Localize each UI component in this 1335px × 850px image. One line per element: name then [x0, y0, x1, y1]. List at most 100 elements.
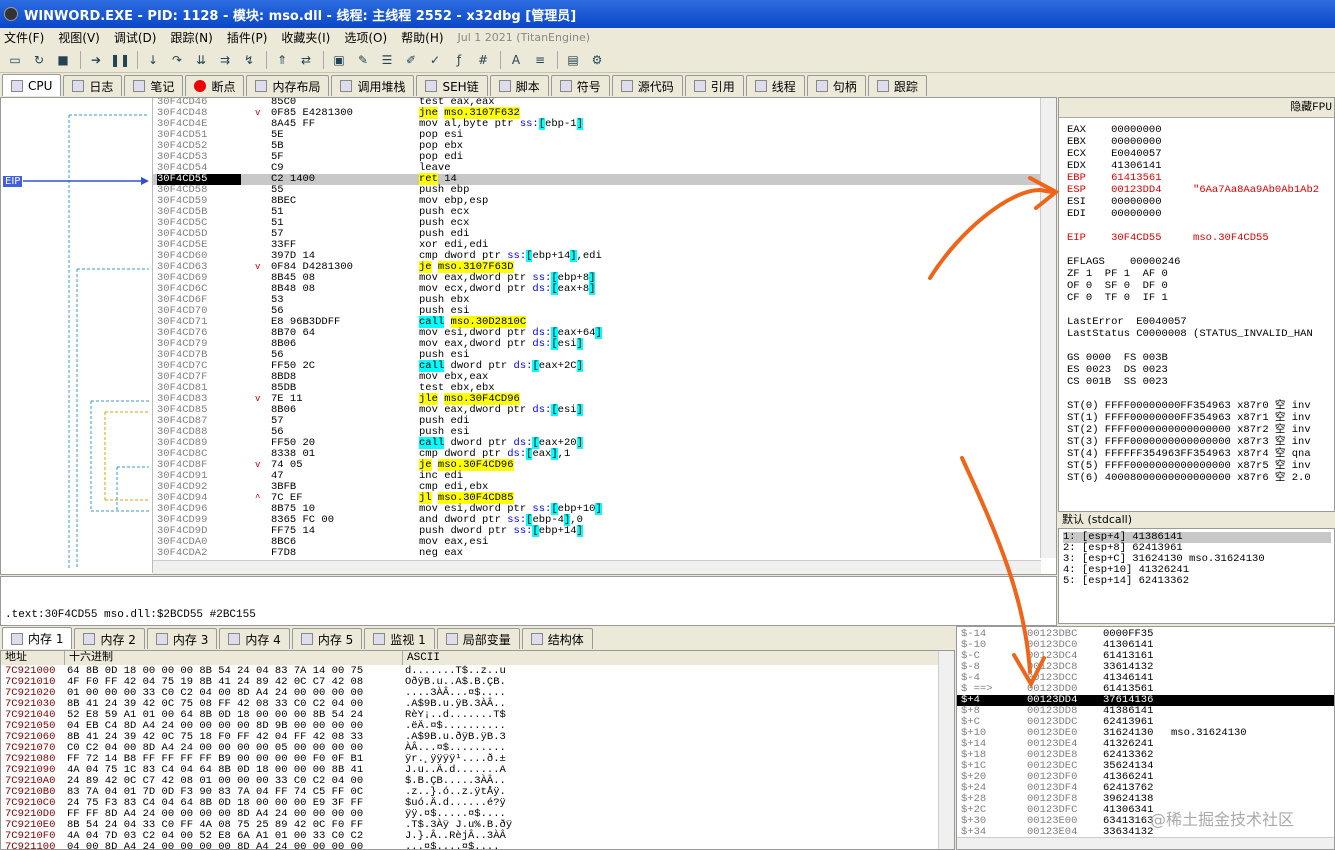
register-line[interactable]: EBP 61413561: [1067, 172, 1162, 184]
register-line[interactable]: ESP 00123DD4 "6Aa7Aa8Aa9Ab0Ab1Ab2: [1067, 184, 1319, 196]
strings-icon[interactable]: ≡: [529, 50, 551, 70]
disasm-row[interactable]: 30F4CD6C 8B48 08 mov ecx,dword ptr ds:[eax…: [153, 283, 1041, 295]
disasm-row[interactable]: 30F4CD4E 8A45 FF mov al,byte ptr ss:[ebp-1…: [153, 118, 1041, 130]
tab-script[interactable]: 脚本: [489, 75, 549, 96]
dump-row[interactable]: 7C921100 04 00 8D A4 24 00 00 00 00 8D A4…: [1, 842, 954, 850]
scylla-icon[interactable]: ▣: [328, 50, 350, 70]
tab-log[interactable]: 日志: [63, 75, 123, 96]
font-icon[interactable]: A: [505, 50, 527, 70]
calculator-icon[interactable]: ▤: [562, 50, 584, 70]
register-line[interactable]: EFLAGS 00000246: [1067, 256, 1180, 268]
register-line[interactable]: LastStatus C0000008 (STATUS_INVALID_HAN: [1067, 328, 1313, 340]
calling-convention[interactable]: 默认 (stdcall): [1058, 512, 1335, 528]
menu-file[interactable]: 文件(F): [4, 29, 44, 46]
disasm-row[interactable]: 30F4CD53 5F pop edi: [153, 152, 1041, 163]
stop-icon[interactable]: ■: [52, 50, 74, 70]
disasm-row[interactable]: 30F4CD87 57 push edi: [153, 416, 1041, 427]
tab-dump-3[interactable]: 内存 3: [146, 628, 218, 649]
tab-trace[interactable]: 跟踪: [867, 75, 927, 96]
step-into-icon[interactable]: ↓: [142, 50, 164, 70]
tab-threads[interactable]: 线程: [745, 75, 805, 96]
tab-notes[interactable]: 笔记: [124, 75, 184, 96]
register-line[interactable]: ST(4) FFFFFF354963FF354963 x87r4 空 qna: [1067, 448, 1311, 460]
menu-options[interactable]: 选项(O): [344, 29, 387, 46]
register-line[interactable]: ST(6) 40008000000000000000 x87r6 空 2.0: [1067, 472, 1311, 484]
tab-dump-1[interactable]: 内存 1: [2, 627, 73, 649]
tab-source[interactable]: 源代码: [611, 75, 683, 96]
register-line[interactable]: CS 001B SS 0023: [1067, 376, 1168, 388]
register-line[interactable]: ESI 00000000: [1067, 196, 1162, 208]
tab-handles[interactable]: 句柄: [806, 75, 866, 96]
disasm-row[interactable]: 30F4CD52 5B pop ebx: [153, 141, 1041, 152]
register-line[interactable]: CF 0 TF 0 IF 1: [1067, 292, 1168, 304]
disasm-row[interactable]: 30F4CD79 8B06 mov eax,dword ptr ds:[esi]: [153, 338, 1041, 350]
hash-icon[interactable]: #: [472, 50, 494, 70]
menu-help[interactable]: 帮助(H): [401, 29, 443, 46]
tab-dump-2[interactable]: 内存 2: [74, 628, 145, 649]
label-icon[interactable]: ✐: [400, 50, 422, 70]
dump-scrollbar[interactable]: [938, 651, 954, 849]
stack-scrollbar[interactable]: [957, 837, 1334, 849]
register-line[interactable]: ST(3) FFFF0000000000000000 x87r3 空 inv: [1067, 436, 1311, 448]
register-line[interactable]: GS 0000 FS 003B: [1067, 352, 1168, 364]
tab-cpu[interactable]: CPU: [2, 74, 62, 96]
comment-icon[interactable]: ☰: [376, 50, 398, 70]
register-line[interactable]: EAX 00000000: [1067, 124, 1162, 136]
register-line[interactable]: EBX 00000000: [1067, 136, 1162, 148]
menu-view[interactable]: 视图(V): [58, 29, 100, 46]
tab-symbols[interactable]: 符号: [550, 75, 610, 96]
disasm-row[interactable]: 30F4CDA2 F7D8 neg eax: [153, 548, 1041, 559]
menu-trace[interactable]: 跟踪(N): [170, 29, 212, 46]
execute-till-return-icon[interactable]: ⇑: [271, 50, 293, 70]
function-icon[interactable]: ƒ: [448, 50, 470, 70]
disasm-row[interactable]: 30F4CD51 5E pop esi: [153, 130, 1041, 141]
tab-watch-1[interactable]: 监视 1: [364, 628, 435, 649]
register-line[interactable]: ST(5) FFFF0000000000000000 x87r5 空 inv: [1067, 460, 1311, 472]
disasm-row[interactable]: 30F4CD5C 51 push ecx: [153, 218, 1041, 229]
bookmark-icon[interactable]: ✓: [424, 50, 446, 70]
tab-call-stack[interactable]: 调用堆栈: [331, 75, 415, 96]
register-line[interactable]: ST(1) FFFF00000000FF354963 x87r1 空 inv: [1067, 412, 1311, 424]
tab-locals[interactable]: 局部变量: [436, 628, 520, 649]
tab-dump-4[interactable]: 内存 4: [219, 628, 290, 649]
disassembly-vscrollbar[interactable]: [1040, 98, 1056, 558]
register-line[interactable]: ST(2) FFFF0000000000000000 x87r2 空 inv: [1067, 424, 1311, 436]
pause-icon[interactable]: ❚❚: [109, 50, 131, 70]
tab-dump-5[interactable]: 内存 5: [291, 628, 363, 649]
menu-favourites[interactable]: 收藏夹(I): [281, 29, 330, 46]
disasm-row[interactable]: 30F4CD8F v 74 05 je mso.30F4CD96: [153, 459, 1041, 471]
tab-seh[interactable]: SEH链: [416, 75, 488, 96]
register-line[interactable]: ES 0023 DS 0023: [1067, 364, 1168, 376]
tab-breakpoints[interactable]: 断点: [185, 75, 245, 96]
disasm-row[interactable]: 30F4CD85 8B06 mov eax,dword ptr ds:[esi]: [153, 404, 1041, 416]
disassembly-hscrollbar[interactable]: [153, 560, 1041, 574]
register-line[interactable]: ECX E0040057: [1067, 148, 1162, 160]
restart-icon[interactable]: ↻: [28, 50, 50, 70]
patch-icon[interactable]: ✎: [352, 50, 374, 70]
disasm-row[interactable]: 30F4CD6F 53 push ebx: [153, 295, 1041, 306]
disasm-row[interactable]: 30F4CD55 C2 1400 ret 14: [153, 173, 1041, 185]
register-line[interactable]: OF 0 SF 0 DF 0: [1067, 280, 1168, 292]
step-over-icon[interactable]: ↷: [166, 50, 188, 70]
stack-arg-line[interactable]: 5: [esp+14] 62413362: [1063, 576, 1189, 587]
run-icon[interactable]: ➔: [85, 50, 107, 70]
tab-struct[interactable]: 结构体: [521, 628, 593, 649]
run-to-user-icon[interactable]: ↯: [238, 50, 260, 70]
disasm-row[interactable]: 30F4CD5B 51 push ecx: [153, 207, 1041, 218]
hide-fpu-button[interactable]: 隐藏FPU: [1059, 98, 1334, 118]
register-line[interactable]: EDX 41306141: [1067, 160, 1162, 172]
run-to-code-icon[interactable]: ⇄: [295, 50, 317, 70]
memory-dump[interactable]: 地址 十六进制 ASCII 7C921000 64 8B 0D 18 00 00 …: [0, 650, 955, 850]
menu-plugins[interactable]: 插件(P): [227, 29, 268, 46]
trace-over-icon[interactable]: ⇉: [214, 50, 236, 70]
register-line[interactable]: LastError E0040057: [1067, 316, 1187, 328]
open-icon[interactable]: ▭: [4, 50, 26, 70]
register-line[interactable]: EIP 30F4CD55 mso.30F4CD55: [1067, 232, 1269, 244]
disassembly-list[interactable]: 30F4CD46 85C0 test eax,eax 30F4CD48 v 0F85 E4…: [153, 98, 1041, 558]
tab-memory-map[interactable]: 内存布局: [246, 75, 330, 96]
menu-debug[interactable]: 调试(D): [114, 29, 157, 46]
register-line[interactable]: EDI 00000000: [1067, 208, 1162, 220]
trace-into-icon[interactable]: ⇊: [190, 50, 212, 70]
register-line[interactable]: ZF 1 PF 1 AF 0: [1067, 268, 1168, 280]
tab-references[interactable]: 引用: [684, 75, 744, 96]
